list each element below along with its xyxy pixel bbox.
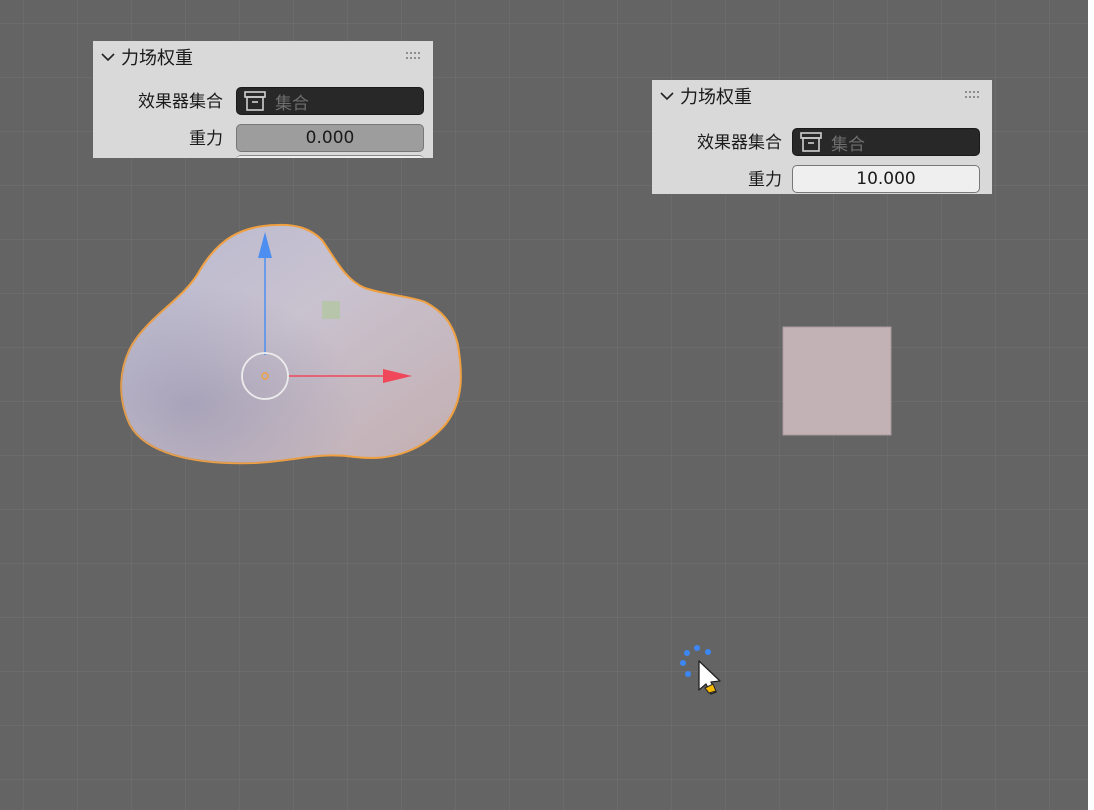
blob-shading: [121, 224, 461, 464]
softbody-blob[interactable]: [120, 223, 462, 465]
next-row-edge: [236, 155, 424, 158]
gravity-row: 重力 10.000: [652, 165, 992, 194]
mouse-pointer-icon: [698, 660, 721, 695]
effector-collection-field[interactable]: 集合: [792, 128, 980, 156]
chevron-down-icon[interactable]: [656, 85, 678, 107]
force-field-weights-panel-right: 力场权重 效果器集合 集合 重力 10.000: [652, 80, 992, 194]
gravity-label: 重力: [189, 129, 223, 149]
panel-title: 力场权重: [121, 48, 193, 69]
grip-dots-icon[interactable]: [405, 49, 423, 63]
chevron-down-icon[interactable]: [97, 46, 119, 68]
plane-object[interactable]: [782, 326, 892, 436]
effector-collection-placeholder: 集合: [275, 93, 309, 114]
effector-collection-placeholder: 集合: [831, 134, 865, 155]
gravity-row: 重力 0.000: [93, 124, 433, 154]
panel-title: 力场权重: [680, 87, 752, 108]
collection-box-icon: [244, 91, 266, 111]
effector-collection-field[interactable]: 集合: [236, 87, 424, 115]
gravity-value-field[interactable]: 0.000: [236, 124, 424, 152]
gravity-value-field[interactable]: 10.000: [792, 165, 980, 193]
force-field-weights-panel-left: 力场权重 效果器集合 集合 重力 0.000: [93, 41, 433, 158]
effector-collection-label: 效果器集合: [138, 92, 223, 112]
grip-dots-icon[interactable]: [964, 88, 982, 102]
panel-header[interactable]: 力场权重: [93, 41, 433, 73]
effector-collection-row: 效果器集合 集合: [93, 87, 433, 117]
effector-collection-label: 效果器集合: [697, 133, 782, 153]
panel-header[interactable]: 力场权重: [652, 80, 992, 112]
gravity-label: 重力: [748, 170, 782, 190]
collection-box-icon: [800, 132, 822, 152]
effector-collection-row: 效果器集合 集合: [652, 128, 992, 158]
blob-vertex-marker: [322, 301, 340, 319]
